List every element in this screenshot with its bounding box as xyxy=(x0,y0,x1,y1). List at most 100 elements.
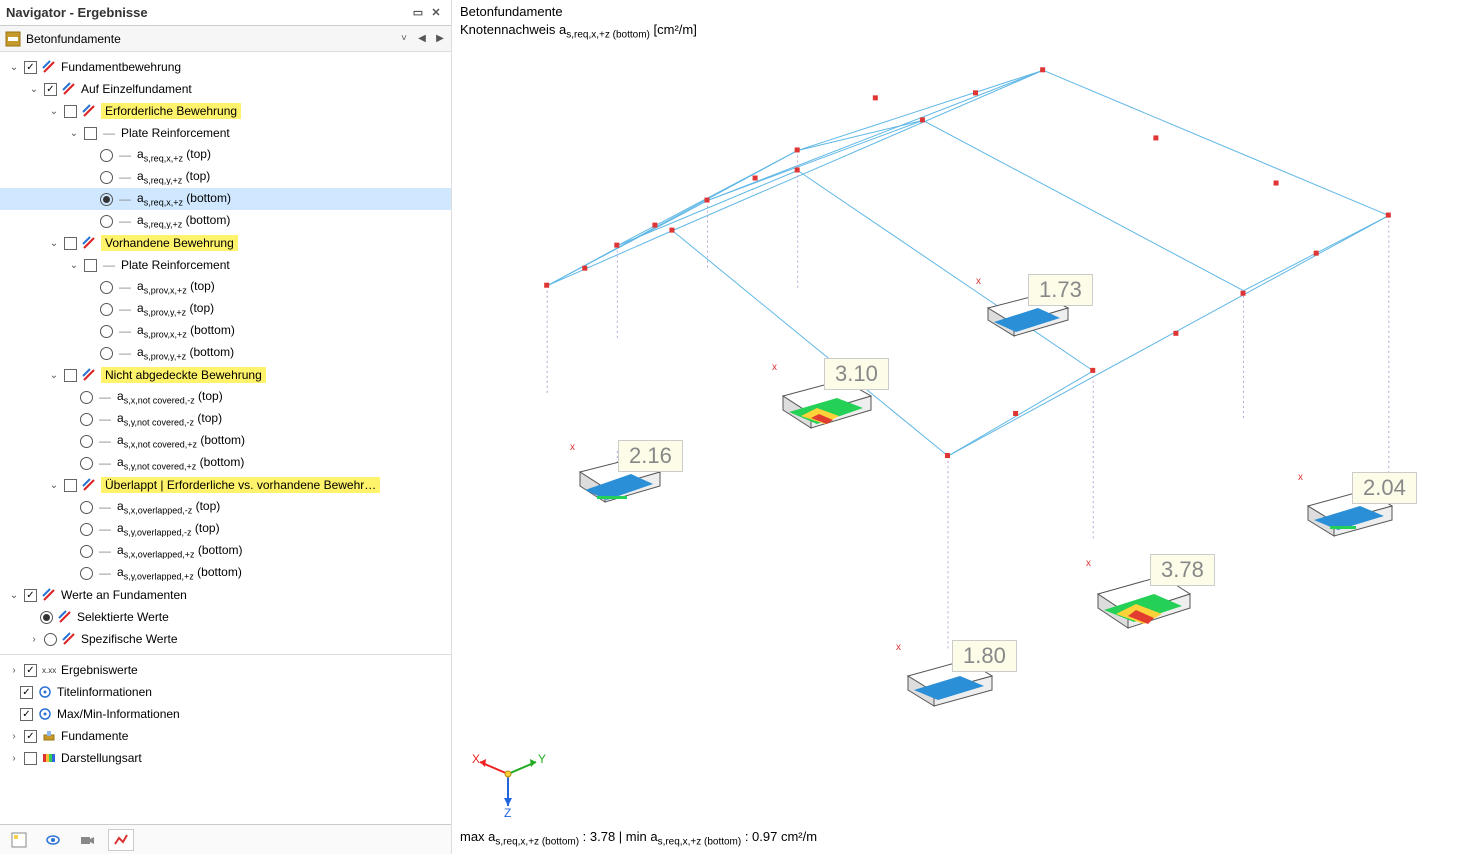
collapse-icon[interactable]: ⌄ xyxy=(48,370,60,381)
tree-item-radio[interactable]: — as,prov,y,+z (top) xyxy=(0,298,451,320)
dash-icon: — xyxy=(97,434,113,448)
tree-item-maxmin[interactable]: Max/Min-Informationen xyxy=(0,703,451,725)
radio[interactable] xyxy=(100,347,113,360)
collapse-icon[interactable]: ⌄ xyxy=(68,128,80,139)
foundation-value: 3.78 xyxy=(1150,554,1215,586)
close-icon[interactable]: ✕ xyxy=(427,6,445,19)
navigator-tree[interactable]: ⌄ Fundamentbewehrung ⌄ Auf Einzelfundame… xyxy=(0,52,451,824)
tree-item-titel[interactable]: Titelinformationen xyxy=(0,681,451,703)
tree-label: Ergebniswerte xyxy=(61,663,138,677)
tree-item-einzelfundament[interactable]: ⌄ Auf Einzelfundament xyxy=(0,78,451,100)
tree-item-radio[interactable]: — as,req,y,+z (bottom) xyxy=(0,210,451,232)
collapse-icon[interactable]: ⌄ xyxy=(68,260,80,271)
tree-item-radio[interactable]: — as,prov,x,+z (bottom) xyxy=(0,320,451,342)
viewport-title: Betonfundamente xyxy=(460,4,563,19)
checkbox[interactable] xyxy=(20,686,33,699)
radio[interactable] xyxy=(100,325,113,338)
results-category-icon[interactable] xyxy=(4,30,22,48)
radio[interactable] xyxy=(80,545,93,558)
collapse-icon[interactable]: ⌄ xyxy=(48,238,60,249)
checkbox[interactable] xyxy=(44,83,57,96)
radio[interactable] xyxy=(80,457,93,470)
tree-item-werte[interactable]: ⌄ Werte an Fundamenten xyxy=(0,584,451,606)
expand-icon[interactable]: › xyxy=(28,634,40,645)
tab-view[interactable] xyxy=(40,829,66,851)
checkbox[interactable] xyxy=(24,730,37,743)
radio[interactable] xyxy=(80,391,93,404)
checkbox[interactable] xyxy=(24,664,37,677)
checkbox[interactable] xyxy=(24,589,37,602)
tree-label: as,x,overlapped,+z (bottom) xyxy=(117,543,243,559)
tree-item-radio[interactable]: — as,x,not covered,-z (top) xyxy=(0,386,451,408)
radio[interactable] xyxy=(100,193,113,206)
expand-icon[interactable]: › xyxy=(8,731,20,742)
dash-icon: — xyxy=(97,412,113,426)
dropdown-icon[interactable]: ˅ xyxy=(397,33,411,44)
tree-item-selektierte[interactable]: Selektierte Werte xyxy=(0,606,451,628)
tree-item-radio[interactable]: — as,prov,x,+z (top) xyxy=(0,276,451,298)
tree-item-fundamente[interactable]: › Fundamente xyxy=(0,725,451,747)
tree-item-radio[interactable]: — as,x,overlapped,-z (top) xyxy=(0,496,451,518)
checkbox[interactable] xyxy=(20,708,33,721)
tree-item-radio[interactable]: — as,y,not covered,+z (bottom) xyxy=(0,452,451,474)
tree-item-ueberlappt[interactable]: ⌄ Überlappt | Erforderliche vs. vorhande… xyxy=(0,474,451,496)
radio[interactable] xyxy=(100,149,113,162)
tree-item-radio[interactable]: — as,x,not covered,+z (bottom) xyxy=(0,430,451,452)
tree-item-radio[interactable]: — as,y,overlapped,+z (bottom) xyxy=(0,562,451,584)
tree-label: Plate Reinforcement xyxy=(121,126,230,140)
radio[interactable] xyxy=(100,215,113,228)
radio[interactable] xyxy=(80,435,93,448)
tree-item-ergebniswerte[interactable]: › x.xx Ergebniswerte xyxy=(0,659,451,681)
checkbox[interactable] xyxy=(84,259,97,272)
radio[interactable] xyxy=(80,413,93,426)
tree-item-erforderlich[interactable]: ⌄ Erforderliche Bewehrung xyxy=(0,100,451,122)
collapse-icon[interactable]: ⌄ xyxy=(48,106,60,117)
radio[interactable] xyxy=(80,567,93,580)
viewport[interactable]: Betonfundamente Knotennachweis as,req,x,… xyxy=(452,0,1484,854)
collapse-icon[interactable]: ⌄ xyxy=(28,84,40,95)
tab-camera[interactable] xyxy=(74,829,100,851)
tab-data[interactable] xyxy=(6,829,32,851)
tree-item-nicht[interactable]: ⌄ Nicht abgedeckte Bewehrung xyxy=(0,364,451,386)
checkbox[interactable] xyxy=(24,752,37,765)
dash-icon: — xyxy=(117,192,133,206)
collapse-icon[interactable]: ⌄ xyxy=(48,480,60,491)
checkbox[interactable] xyxy=(64,105,77,118)
radio[interactable] xyxy=(100,281,113,294)
tree-item-radio[interactable]: — as,y,not covered,-z (top) xyxy=(0,408,451,430)
checkbox[interactable] xyxy=(64,369,77,382)
radio[interactable] xyxy=(44,633,57,646)
nav-fwd-icon[interactable]: ▶ xyxy=(433,33,447,44)
radio[interactable] xyxy=(100,171,113,184)
tree-item-radio[interactable]: — as,y,overlapped,-z (top) xyxy=(0,518,451,540)
expand-icon[interactable]: › xyxy=(8,753,20,764)
nav-back-icon[interactable]: ◀ xyxy=(415,33,429,44)
tree-item-darstellung[interactable]: › Darstellungsart xyxy=(0,747,451,769)
tree-label: Spezifische Werte xyxy=(81,632,178,646)
radio[interactable] xyxy=(40,611,53,624)
checkbox[interactable] xyxy=(24,61,37,74)
dock-icon[interactable]: ▭ xyxy=(409,6,427,19)
tree-item-radio-selected[interactable]: — as,req,x,+z (bottom) xyxy=(0,188,451,210)
radio[interactable] xyxy=(80,523,93,536)
radio[interactable] xyxy=(100,303,113,316)
tree-item-spezifische[interactable]: › Spezifische Werte xyxy=(0,628,451,650)
tree-item-plate-reinf[interactable]: ⌄ — Plate Reinforcement xyxy=(0,122,451,144)
radio[interactable] xyxy=(80,501,93,514)
tree-item-radio[interactable]: — as,req,x,+z (top) xyxy=(0,144,451,166)
foundation-value: 3.10 xyxy=(824,358,889,390)
tree-item-plate-reinf[interactable]: ⌄ — Plate Reinforcement xyxy=(0,254,451,276)
tab-results[interactable] xyxy=(108,829,134,851)
expand-icon[interactable]: › xyxy=(8,665,20,676)
checkbox[interactable] xyxy=(84,127,97,140)
tree-label: Vorhandene Bewehrung xyxy=(101,235,238,251)
tree-item-vorhandene[interactable]: ⌄ Vorhandene Bewehrung xyxy=(0,232,451,254)
checkbox[interactable] xyxy=(64,237,77,250)
tree-item-radio[interactable]: — as,x,overlapped,+z (bottom) xyxy=(0,540,451,562)
tree-item-radio[interactable]: — as,prov,y,+z (bottom) xyxy=(0,342,451,364)
collapse-icon[interactable]: ⌄ xyxy=(8,62,20,73)
checkbox[interactable] xyxy=(64,479,77,492)
collapse-icon[interactable]: ⌄ xyxy=(8,590,20,601)
tree-item-radio[interactable]: — as,req,y,+z (top) xyxy=(0,166,451,188)
tree-item-fundamentbewehrung[interactable]: ⌄ Fundamentbewehrung xyxy=(0,56,451,78)
